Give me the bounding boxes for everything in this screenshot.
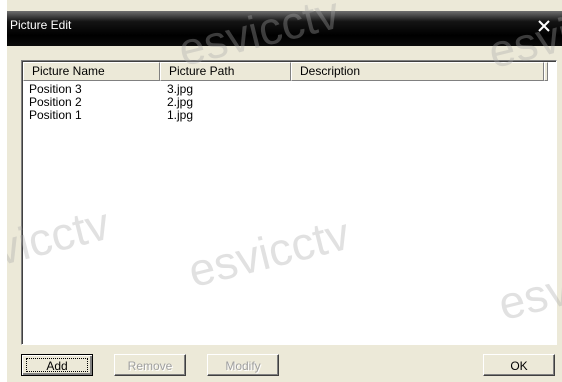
add-button[interactable]: Add [21, 354, 93, 376]
picture-path-cell: 1.jpg [167, 108, 194, 122]
title-bar[interactable]: Picture Edit [7, 11, 562, 46]
column-header-description[interactable]: Description [291, 62, 544, 81]
picture-list[interactable]: Picture Name Picture Path Description Po… [21, 60, 557, 345]
list-header: Picture Name Picture Path Description [23, 62, 555, 81]
list-item[interactable]: Position 1 1.jpg [23, 109, 553, 122]
picture-name-cell: Position 1 [29, 108, 82, 122]
modify-button[interactable]: Modify [207, 354, 279, 376]
column-header-filler [544, 62, 548, 81]
remove-button[interactable]: Remove [114, 354, 186, 376]
column-header-picture-path[interactable]: Picture Path [160, 62, 291, 81]
dialog-title: Picture Edit [10, 18, 72, 32]
list-item[interactable]: Position 3 3.jpg [23, 83, 553, 96]
picture-edit-dialog: Picture Edit Picture Name Picture Path D… [7, 0, 562, 382]
add-button-label: Add [26, 358, 88, 373]
list-rows: Position 3 3.jpg Position 2 2.jpg Positi… [23, 83, 553, 122]
close-icon[interactable] [536, 18, 552, 34]
column-header-picture-name[interactable]: Picture Name [23, 62, 160, 81]
dialog-content: Picture Name Picture Path Description Po… [7, 46, 562, 382]
ok-button[interactable]: OK [483, 354, 555, 376]
list-item[interactable]: Position 2 2.jpg [23, 96, 553, 109]
